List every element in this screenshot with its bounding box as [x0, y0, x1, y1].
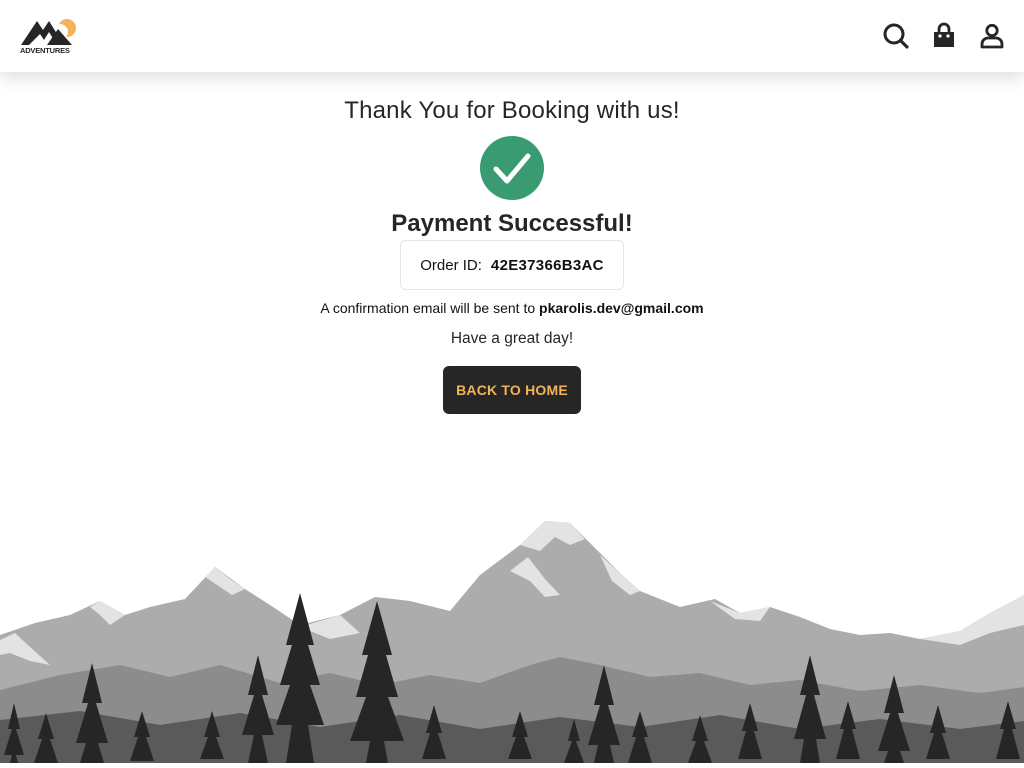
- order-id-box: Order ID: 42E37366B3AC: [400, 240, 624, 290]
- header: ADVENTURES: [0, 0, 1024, 72]
- confirmation-text: A confirmation email will be sent to pka…: [0, 300, 1024, 316]
- order-id-value: 42E37366B3AC: [490, 256, 604, 274]
- confirmation-email: pkarolis.dev@gmail.com: [539, 300, 704, 316]
- logo-text: ADVENTURES: [20, 46, 70, 55]
- confirmation-label: A confirmation email will be sent to: [320, 300, 536, 316]
- mountain-landscape-illustration: [0, 515, 1024, 763]
- user-icon[interactable]: [978, 22, 1006, 50]
- page-title: Thank You for Booking with us!: [344, 97, 680, 124]
- payment-success-message: Payment Successful!: [391, 210, 633, 237]
- greeting-text: Have a great day!: [450, 330, 574, 347]
- back-to-home-button[interactable]: BACK TO HOME: [443, 366, 581, 414]
- check-circle-icon: [480, 136, 544, 200]
- shopping-bag-icon[interactable]: [930, 22, 958, 50]
- logo[interactable]: ADVENTURES: [20, 15, 80, 57]
- mountain-logo-icon: [21, 19, 76, 45]
- search-icon[interactable]: [882, 22, 910, 50]
- order-id-label: Order ID:: [420, 256, 482, 274]
